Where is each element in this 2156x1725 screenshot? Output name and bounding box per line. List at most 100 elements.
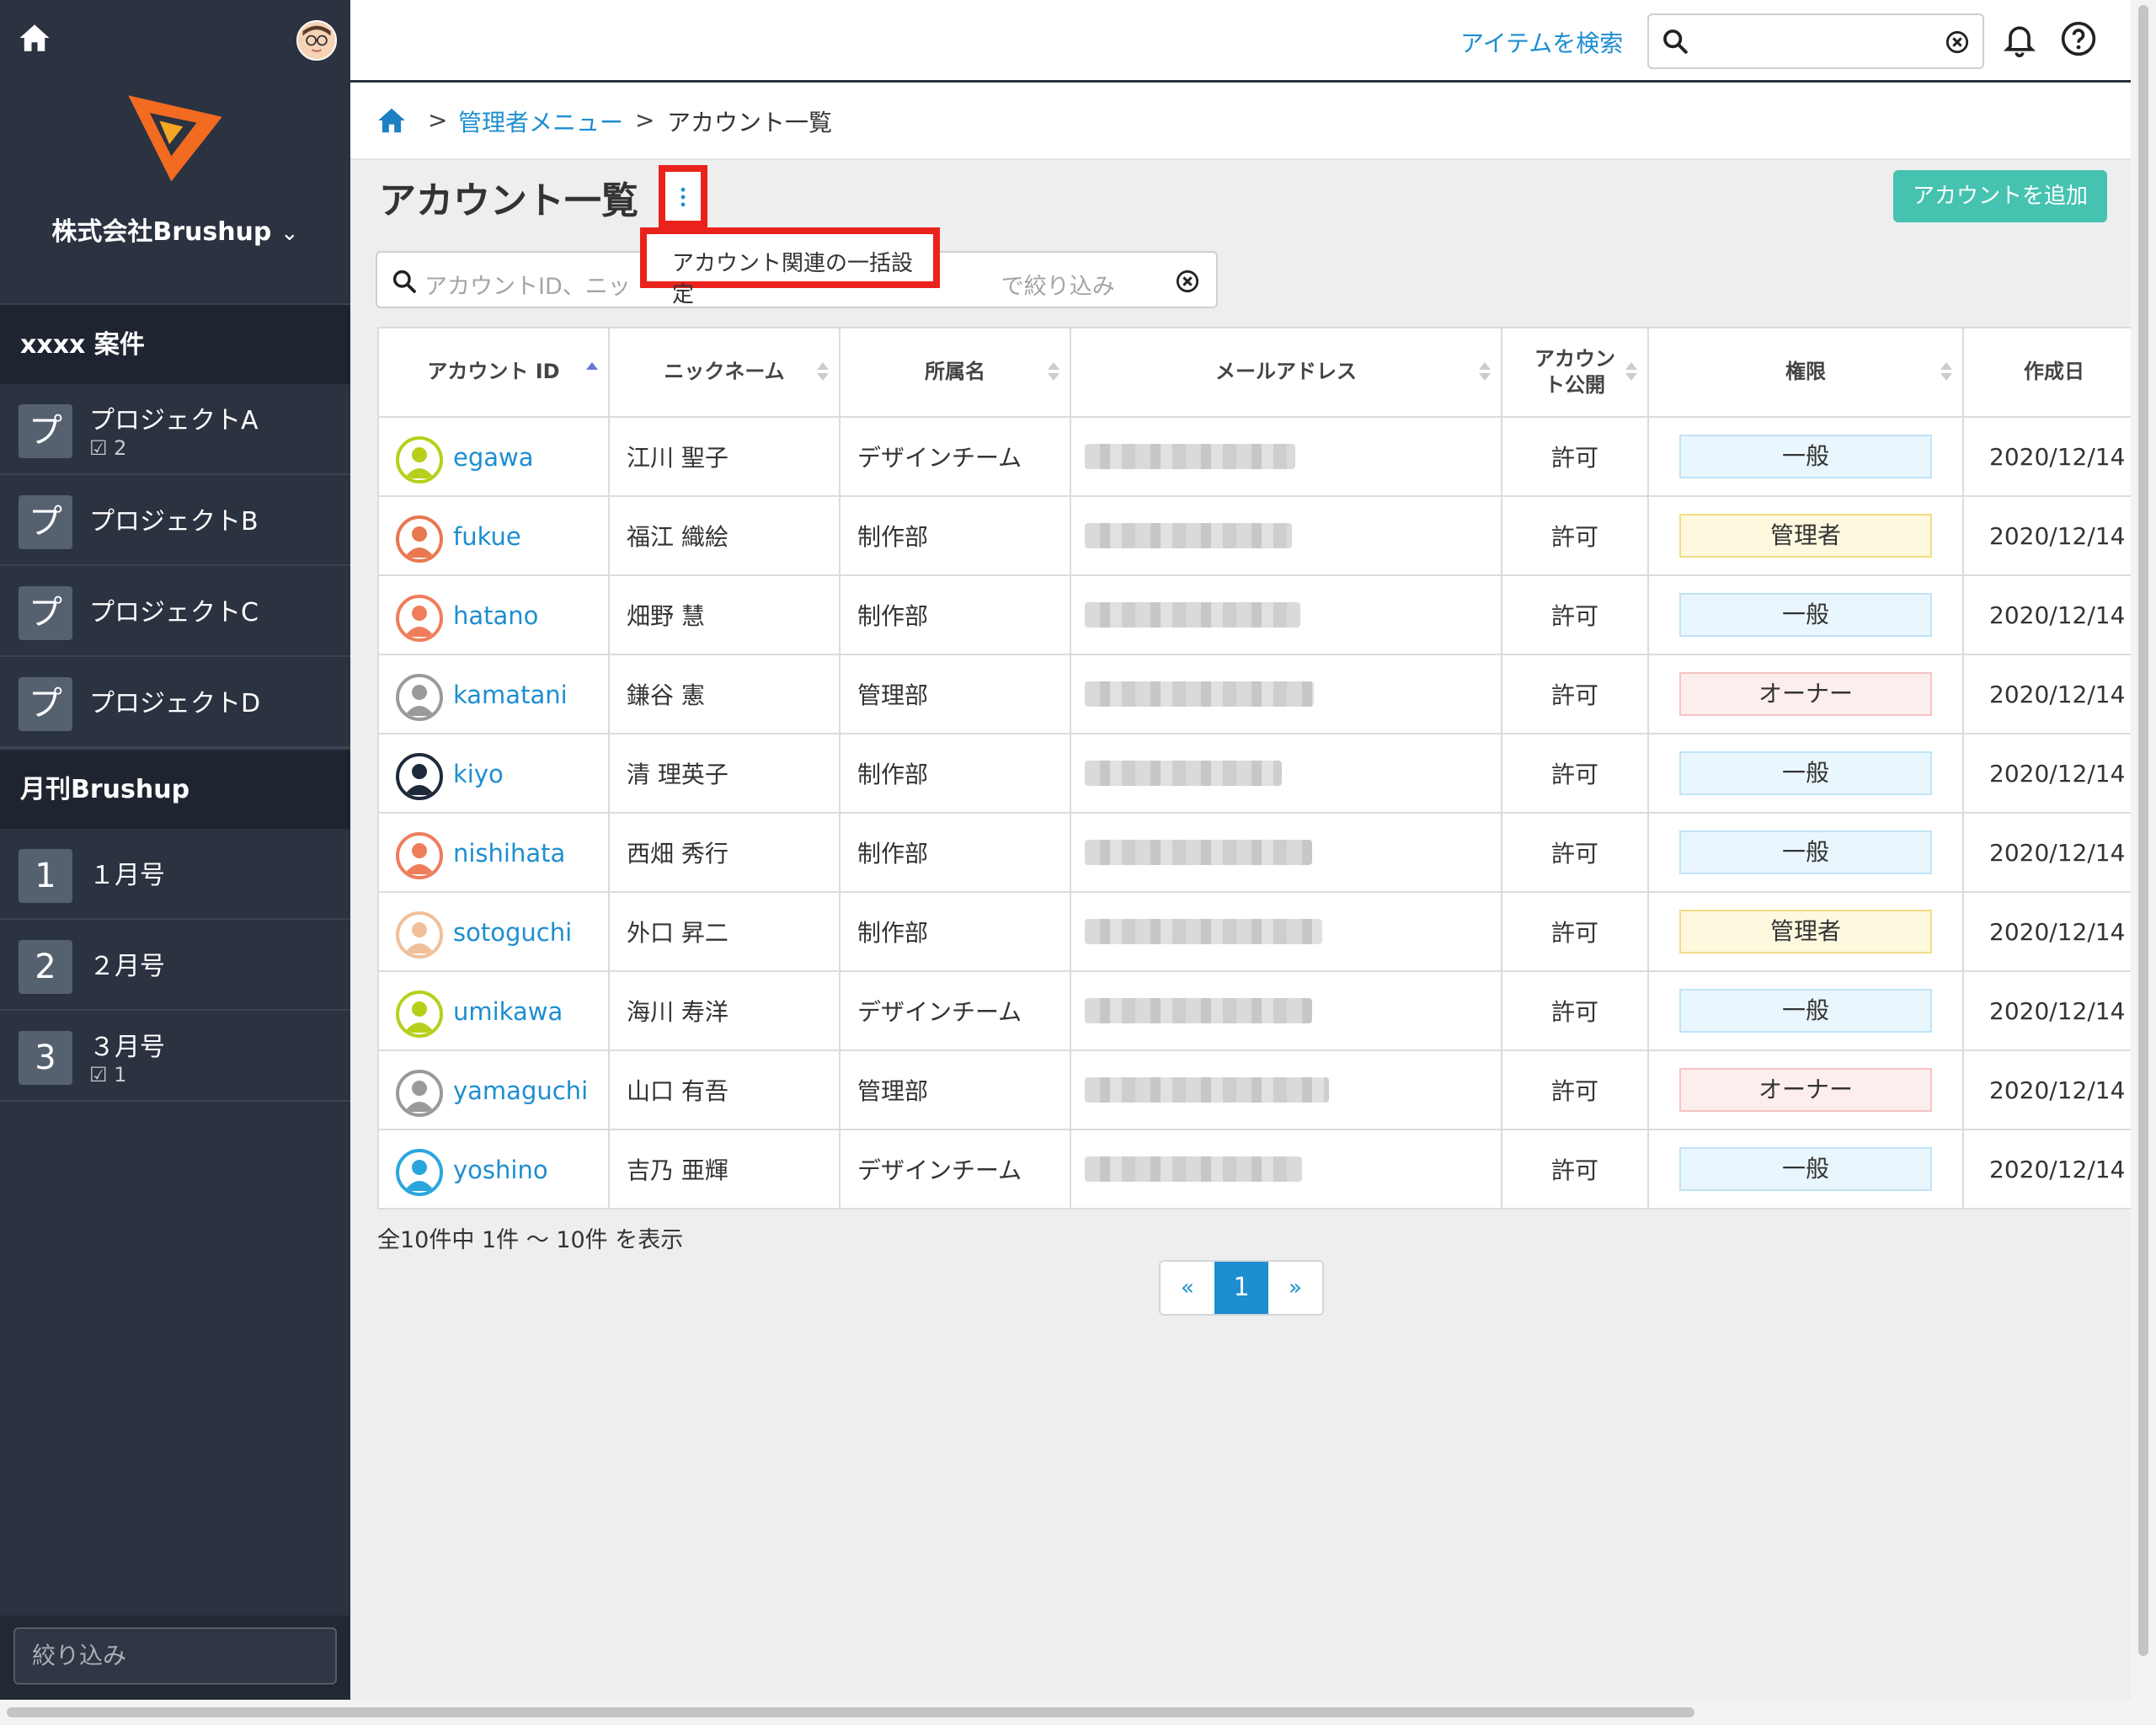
account-id-cell: hatano <box>377 574 610 655</box>
column-header-nickname[interactable]: ニックネーム <box>608 327 841 418</box>
nickname-cell: 西畑 秀行 <box>608 812 841 893</box>
pagination-page-button[interactable]: 1 <box>1214 1262 1268 1314</box>
column-header-account-id[interactable]: アカウント ID <box>377 327 610 418</box>
role-cell: 一般 <box>1647 416 1964 497</box>
account-id-link[interactable]: fukue <box>453 522 521 551</box>
table-row[interactable]: fukue 福江 織絵 制作部 許可 管理者 2020/12/14 <box>377 495 2146 576</box>
breadcrumb-separator: > <box>428 106 448 134</box>
role-badge[interactable]: 管理者 <box>1679 514 1932 558</box>
table-row[interactable]: sotoguchi 外口 昇二 制作部 許可 管理者 2020/12/14 <box>377 891 2146 972</box>
horizontal-scrollbar[interactable] <box>0 1700 2156 1725</box>
person-icon <box>404 922 435 953</box>
sort-icon <box>1625 362 1637 381</box>
bell-icon[interactable] <box>2001 20 2038 57</box>
role-cell: 管理者 <box>1647 891 1964 972</box>
role-badge[interactable]: オーナー <box>1679 1068 1932 1112</box>
user-avatar <box>396 832 443 879</box>
more-menu-button[interactable] <box>659 165 707 227</box>
account-id-cell: kamatani <box>377 654 610 734</box>
sidebar-item-issue-3[interactable]: 3 ３月号 ☑ 1 <box>0 1011 350 1102</box>
table-row[interactable]: yoshino 吉乃 亜輝 デザインチーム 許可 一般 2020/12/14 <box>377 1129 2146 1210</box>
scrollbar-thumb[interactable] <box>2138 5 2148 1656</box>
department-cell: 制作部 <box>839 812 1071 893</box>
role-badge[interactable]: 一般 <box>1679 435 1932 478</box>
column-header-public[interactable]: アカウン ト公開 <box>1501 327 1649 418</box>
column-header-department[interactable]: 所属名 <box>839 327 1071 418</box>
account-id-link[interactable]: umikawa <box>453 997 563 1026</box>
table-header-row: アカウント ID ニックネーム 所属名 メールアドレス アカウン ト公開 権限 作… <box>377 327 2146 418</box>
pagination-prev-button[interactable]: « <box>1161 1262 1214 1314</box>
table-row[interactable]: egawa 江川 聖子 デザインチーム 許可 一般 2020/12/14 <box>377 416 2146 497</box>
table-row[interactable]: yamaguchi 山口 有吾 管理部 許可 オーナー 2020/12/14 <box>377 1049 2146 1130</box>
role-badge[interactable]: オーナー <box>1679 672 1932 716</box>
item-search-input[interactable] <box>1647 13 1984 69</box>
scrollbar-thumb[interactable] <box>7 1707 1694 1717</box>
email-cell <box>1070 733 1502 814</box>
account-id-link[interactable]: yamaguchi <box>453 1076 588 1105</box>
department-cell: 制作部 <box>839 891 1071 972</box>
user-avatar <box>396 595 443 642</box>
account-id-link[interactable]: kamatani <box>453 681 568 709</box>
column-header-role[interactable]: 権限 <box>1647 327 1964 418</box>
clear-icon[interactable] <box>1176 270 1199 293</box>
nickname-cell: 清 理英子 <box>608 733 841 814</box>
role-badge[interactable]: 一般 <box>1679 751 1932 795</box>
table-row[interactable]: kamatani 鎌谷 憲管理部 許可 オーナー 2020/12/14 <box>377 654 2146 734</box>
project-badge: プ <box>19 586 72 640</box>
item-search-link[interactable]: アイテムを検索 <box>1460 25 1623 59</box>
home-icon[interactable] <box>17 20 52 56</box>
role-badge[interactable]: 一般 <box>1679 989 1932 1033</box>
breadcrumb-admin-menu-link[interactable]: 管理者メニュー <box>458 104 623 138</box>
sidebar-item-project-c[interactable]: プ プロジェクトC <box>0 566 350 657</box>
role-badge[interactable]: 一般 <box>1679 1147 1932 1191</box>
redacted-email <box>1085 523 1292 548</box>
user-avatar <box>396 674 443 721</box>
account-id-link[interactable]: yoshino <box>453 1156 548 1184</box>
email-cell <box>1070 1129 1502 1210</box>
account-id-link[interactable]: nishihata <box>453 839 565 868</box>
sidebar-item-issue-1[interactable]: 1 １月号 <box>0 829 350 920</box>
account-id-cell: sotoguchi <box>377 891 610 972</box>
user-avatar[interactable] <box>296 20 337 61</box>
table-row[interactable]: hatano 畑野 慧制作部 許可 一般 2020/12/14 <box>377 574 2146 655</box>
nickname-cell: 外口 昇二 <box>608 891 841 972</box>
role-cell: 一般 <box>1647 733 1964 814</box>
email-cell <box>1070 495 1502 576</box>
created-date-cell: 2020/12/14 <box>1962 654 2146 734</box>
vertical-scrollbar[interactable] <box>2131 0 2156 1700</box>
sort-icon <box>817 362 829 381</box>
column-header-created[interactable]: 作成日 <box>1962 327 2146 418</box>
sidebar-filter-input[interactable]: 絞り込み <box>13 1627 337 1685</box>
role-badge[interactable]: 管理者 <box>1679 910 1932 953</box>
sidebar-item-project-b[interactable]: プ プロジェクトB <box>0 475 350 566</box>
redacted-email <box>1085 681 1314 707</box>
help-icon[interactable] <box>2060 20 2097 57</box>
sidebar-section-title: xxxx 案件 <box>0 303 350 384</box>
department-cell: 制作部 <box>839 574 1071 655</box>
menu-item-label: アカウント関連の一括設定 <box>672 251 914 307</box>
accounts-table: アカウント ID ニックネーム 所属名 メールアドレス アカウン ト公開 権限 作… <box>377 327 2146 1210</box>
clear-icon[interactable] <box>1945 30 1969 54</box>
company-switcher[interactable]: 株式会社Brushup ⌄ <box>0 211 350 248</box>
add-account-button[interactable]: アカウントを追加 <box>1893 170 2107 222</box>
role-badge[interactable]: 一般 <box>1679 830 1932 874</box>
column-header-email[interactable]: メールアドレス <box>1070 327 1502 418</box>
account-id-link[interactable]: sotoguchi <box>453 918 572 947</box>
created-date-cell: 2020/12/14 <box>1962 1129 2146 1210</box>
table-row[interactable]: kiyo 清 理英子 制作部 許可 一般 2020/12/14 <box>377 733 2146 814</box>
bulk-settings-menu-item[interactable]: アカウント関連の一括設定 <box>640 227 940 307</box>
pagination-next-button[interactable]: » <box>1268 1262 1322 1314</box>
home-icon[interactable] <box>376 104 408 136</box>
account-id-link[interactable]: kiyo <box>453 760 504 788</box>
chevron-down-icon: ⌄ <box>280 221 299 246</box>
role-cell: 管理者 <box>1647 495 1964 576</box>
role-badge[interactable]: 一般 <box>1679 593 1932 637</box>
sidebar-item-project-a[interactable]: プ プロジェクトA ☑ 2 <box>0 384 350 475</box>
sidebar-item-issue-2[interactable]: 2 ２月号 <box>0 920 350 1011</box>
redacted-email <box>1085 1077 1329 1103</box>
table-row[interactable]: umikawa 海川 寿洋 デザインチーム 許可 一般 2020/12/14 <box>377 970 2146 1051</box>
account-id-link[interactable]: hatano <box>453 601 538 630</box>
account-id-link[interactable]: egawa <box>453 443 534 472</box>
table-row[interactable]: nishihata 西畑 秀行 制作部 許可 一般 2020/12/14 <box>377 812 2146 893</box>
sidebar-item-project-d[interactable]: プ プロジェクトD <box>0 657 350 748</box>
